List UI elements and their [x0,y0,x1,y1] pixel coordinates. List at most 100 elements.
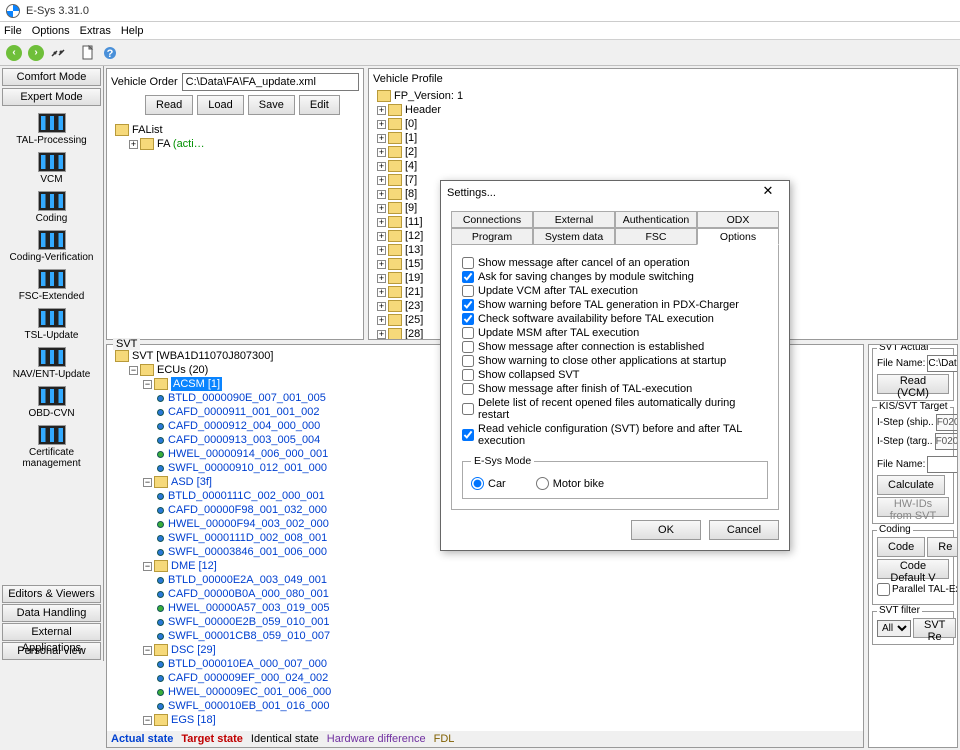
falist-node[interactable]: FAList [132,124,163,136]
sidebar-tool-nav-ent-update[interactable]: NAV/ENT-Update [0,347,103,380]
vo-read-button[interactable]: Read [145,95,193,115]
option-checkbox-0[interactable] [462,257,474,269]
ecu-node[interactable]: ACSM [1] [171,377,222,391]
sidebar-bottom-editors-viewers[interactable]: Editors & Viewers [2,585,101,603]
document-button[interactable] [78,43,98,63]
sgbm-entry[interactable]: BTLD_000010EA_000_007_000 [168,658,327,670]
expand-icon[interactable]: + [377,232,386,241]
sgbm-entry[interactable]: HWEL_00000A57_003_019_005 [168,602,329,614]
svt-reset-button[interactable]: SVT Re [913,618,956,638]
sgbm-entry[interactable]: BTLD_0000111C_002_000_001 [168,490,325,502]
help-button[interactable]: ? [100,43,120,63]
expand-icon[interactable]: + [377,218,386,227]
vp-node[interactable]: [4] [405,160,417,172]
vo-save-button[interactable]: Save [248,95,295,115]
option-checkbox-4[interactable] [462,313,474,325]
sgbm-entry[interactable]: HWEL_00000F94_003_002_000 [168,518,329,530]
sidebar-tool-coding[interactable]: Coding [0,191,103,224]
sidebar-tool-coding-verification[interactable]: Coding-Verification [0,230,103,263]
sidebar-tool-certificate-management[interactable]: Certificate management [0,425,103,469]
nav-forward-button[interactable]: › [26,43,46,63]
read-vcm-button[interactable]: Read (VCM) [877,374,949,394]
expand-icon[interactable]: + [377,302,386,311]
vp-node[interactable]: [12] [405,230,423,242]
expand-icon[interactable]: + [377,204,386,213]
parallel-tal-checkbox[interactable] [877,581,890,598]
sidebar-tool-tal-processing[interactable]: TAL-Processing [0,113,103,146]
tab-odx[interactable]: ODX [697,211,779,228]
vo-path-input[interactable] [182,73,359,91]
menu-options[interactable]: Options [32,25,70,37]
sidebar-tool-tsl-update[interactable]: TSL-Update [0,308,103,341]
sgbm-entry[interactable]: HWEL_00000914_006_000_001 [168,448,328,460]
expand-icon[interactable]: + [377,274,386,283]
menu-extras[interactable]: Extras [80,25,111,37]
vp-node[interactable]: [23] [405,300,423,312]
tab-authentication[interactable]: Authentication [615,211,697,228]
svt-root[interactable]: SVT [WBA1D11070J807300] [132,350,273,362]
code-default-button[interactable]: Code Default V [877,559,949,579]
option-checkbox-8[interactable] [462,369,474,381]
fp-version[interactable]: FP_Version: 1 [394,90,463,102]
connect-button[interactable] [48,43,68,63]
sgbm-entry[interactable]: SWFL_00003846_001_006_000 [168,546,327,558]
expand-icon[interactable]: + [377,176,386,185]
vp-node[interactable]: [28] [405,328,423,339]
tab-connections[interactable]: Connections [451,211,533,228]
collapse-icon[interactable]: − [143,380,152,389]
option-checkbox-6[interactable] [462,341,474,353]
hwids-button[interactable]: HW-IDs from SVT [877,497,949,517]
collapse-icon[interactable]: − [143,716,152,725]
expand-icon[interactable]: + [377,162,386,171]
vp-node[interactable]: [25] [405,314,423,326]
vp-node[interactable]: [2] [405,146,417,158]
expand-icon[interactable]: + [377,134,386,143]
option-checkbox-10[interactable] [462,403,474,415]
sidebar-bottom-personal-view[interactable]: Personal view [2,642,101,660]
expand-icon[interactable]: + [377,246,386,255]
sgbm-entry[interactable]: SWFL_00000910_012_001_000 [168,462,327,474]
collapse-icon[interactable]: − [129,366,138,375]
option-checkbox-2[interactable] [462,285,474,297]
sgbm-entry[interactable]: CAFD_000009EF_000_024_002 [168,672,328,684]
sgbm-entry[interactable]: SWFL_00001CB8_059_010_007 [168,630,330,642]
istep-target-input[interactable] [935,433,958,450]
vp-node[interactable]: [9] [405,202,417,214]
tab-fsc[interactable]: FSC [615,228,697,245]
vo-tree[interactable]: FAList +FA (acti… [107,119,363,339]
fa-node[interactable]: FA [157,138,170,150]
expand-icon[interactable]: + [129,140,138,149]
sgbm-entry[interactable]: BTLD_00000E2A_003_049_001 [168,574,327,586]
expand-icon[interactable]: + [377,260,386,269]
mode-car-radio[interactable]: Car [471,477,506,490]
vp-node[interactable]: [1] [405,132,417,144]
expand-icon[interactable]: + [377,288,386,297]
collapse-icon[interactable]: − [143,562,152,571]
sidebar-bottom-external-applications[interactable]: External Applications [2,623,101,641]
ok-button[interactable]: OK [631,520,701,540]
comfort-mode-button[interactable]: Comfort Mode [2,68,101,86]
re-button[interactable]: Re [927,537,958,557]
option-checkbox-9[interactable] [462,383,474,395]
tab-system-data[interactable]: System data [533,228,615,245]
tab-external-applications[interactable]: External Applications [533,211,615,228]
cancel-button[interactable]: Cancel [709,520,779,540]
svt-filter-select[interactable]: All [877,620,911,637]
vp-node[interactable]: [11] [405,216,423,228]
expand-icon[interactable]: + [377,190,386,199]
collapse-icon[interactable]: − [143,646,152,655]
vp-header[interactable]: Header [405,104,441,116]
tab-options[interactable]: Options [697,228,779,245]
vp-node[interactable]: [13] [405,244,423,256]
sidebar-tool-vcm[interactable]: VCM [0,152,103,185]
vp-node[interactable]: [21] [405,286,423,298]
expand-icon[interactable]: + [377,148,386,157]
kis-filename-input[interactable] [927,456,958,473]
sgbm-entry[interactable]: BTLD_0000090E_007_001_005 [168,392,326,404]
sgbm-entry[interactable]: SWFL_0000111D_002_008_001 [168,532,327,544]
sidebar-tool-obd-cvn[interactable]: OBD-CVN [0,386,103,419]
expand-icon[interactable]: + [377,316,386,325]
sgbm-entry[interactable]: CAFD_0000911_001_001_002 [168,406,319,418]
code-button[interactable]: Code [877,537,925,557]
svt-actual-filename[interactable] [927,355,958,372]
